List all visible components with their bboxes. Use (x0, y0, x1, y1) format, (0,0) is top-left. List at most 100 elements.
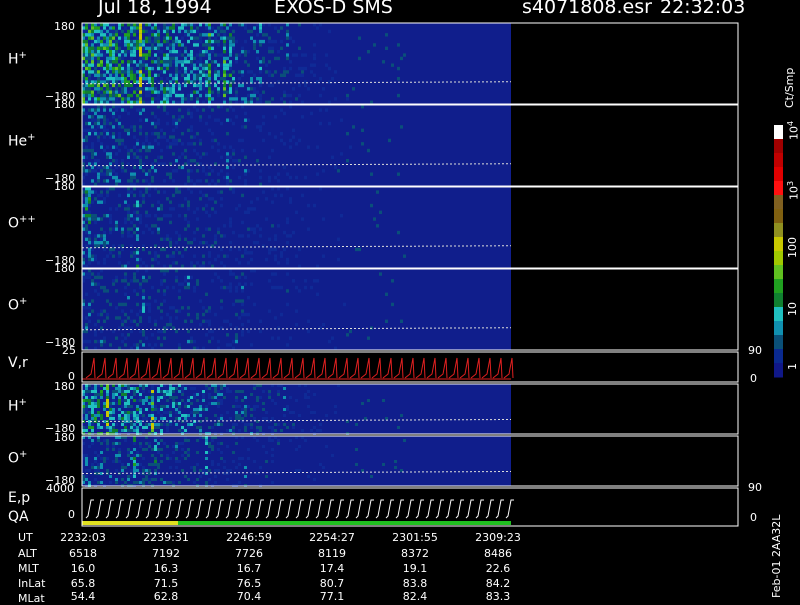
heat-cell (163, 237, 166, 241)
heat-cell (232, 230, 235, 235)
heat-cell (208, 426, 211, 429)
heat-cell (91, 426, 94, 429)
heat-cell (163, 70, 166, 74)
heat-cell (208, 90, 211, 94)
heat-cell (241, 333, 244, 337)
heat-cell (214, 60, 217, 64)
heat-cell (97, 411, 100, 414)
heat-cell (271, 454, 274, 457)
heat-cell (205, 408, 208, 411)
heat-cell (169, 26, 172, 30)
heat-cell (274, 257, 277, 262)
heat-cell (154, 254, 157, 258)
colorbar-swatch (774, 223, 783, 238)
heat-cell (208, 23, 211, 27)
tick-opp-top: 180 (54, 180, 75, 193)
heat-cell (100, 200, 103, 204)
heat-cell (265, 197, 268, 201)
colorbar-swatch (774, 251, 783, 266)
heat-cell (190, 169, 193, 173)
heat-cell (97, 193, 100, 198)
heat-cell (148, 70, 151, 74)
heat-cell (199, 56, 202, 61)
heat-cell (247, 169, 250, 173)
heat-cell (259, 60, 262, 64)
heat-cell (271, 481, 274, 484)
heat-cell (268, 50, 271, 54)
heat-cell (220, 23, 223, 27)
heat-cell (85, 227, 88, 231)
heat-cell (112, 169, 115, 173)
heat-cell (91, 214, 94, 218)
heat-cell (109, 402, 112, 405)
heat-cell (403, 53, 406, 57)
heat-cell (142, 333, 145, 337)
heat-cell (121, 142, 124, 146)
heat-cell (205, 121, 208, 126)
heat-cell (100, 165, 103, 170)
heat-cell (97, 414, 100, 417)
heat-cell (85, 172, 88, 176)
heat-cell (292, 423, 295, 426)
heat-cell (112, 23, 115, 27)
heat-cell (196, 152, 199, 156)
heat-cell (205, 469, 208, 472)
heat-cell (217, 390, 220, 393)
heat-cell (85, 29, 88, 34)
heat-cell (175, 60, 178, 64)
heat-cell (142, 46, 145, 50)
heat-cell (298, 93, 301, 98)
heat-cell (139, 316, 142, 320)
heat-cell (208, 339, 211, 344)
heat-cell (124, 396, 127, 399)
heat-cell (196, 108, 199, 112)
heat-cell (166, 39, 169, 44)
heat-cell (196, 451, 199, 454)
heat-cell (136, 23, 139, 27)
heat-cell (121, 97, 124, 101)
heat-cell (142, 399, 145, 402)
heat-cell (175, 275, 178, 280)
heat-cell (151, 426, 154, 429)
heat-cell (88, 399, 91, 402)
heat-cell (136, 29, 139, 34)
heat-cell (178, 83, 181, 88)
heat-cell (289, 100, 292, 104)
heat-cell (142, 63, 145, 67)
heat-cell (217, 142, 220, 146)
heat-cell (136, 312, 139, 317)
heat-cell (304, 80, 307, 84)
eph-alt-4: 8372 (401, 547, 429, 560)
heat-cell (88, 36, 91, 40)
heat-cell (94, 478, 97, 481)
heat-cell (136, 87, 139, 91)
heat-cell (229, 343, 232, 347)
heat-cell (229, 247, 232, 252)
heat-cell (136, 292, 139, 296)
heat-cell (148, 463, 151, 466)
heat-cell (178, 408, 181, 411)
heat-cell (193, 182, 196, 186)
heat-cell (190, 190, 193, 194)
heat-cell (169, 220, 172, 225)
heat-cell (199, 469, 202, 472)
heat-cell (370, 203, 373, 208)
heat-cell (103, 43, 106, 47)
heat-cell (184, 237, 187, 241)
heat-cell (88, 402, 91, 405)
heat-cell (160, 282, 163, 286)
heat-cell (187, 169, 190, 173)
heat-cell (88, 128, 91, 132)
heat-cell (109, 108, 112, 112)
heat-cell (157, 399, 160, 402)
heat-cell (244, 182, 247, 186)
heat-cell (175, 187, 178, 191)
heat-cell (103, 261, 106, 265)
heat-cell (115, 77, 118, 81)
heat-cell (259, 429, 262, 432)
heat-cell (109, 187, 112, 191)
heat-cell (193, 414, 196, 417)
heat-cell (109, 152, 112, 156)
heat-cell (115, 289, 118, 293)
heat-cell (205, 241, 208, 245)
